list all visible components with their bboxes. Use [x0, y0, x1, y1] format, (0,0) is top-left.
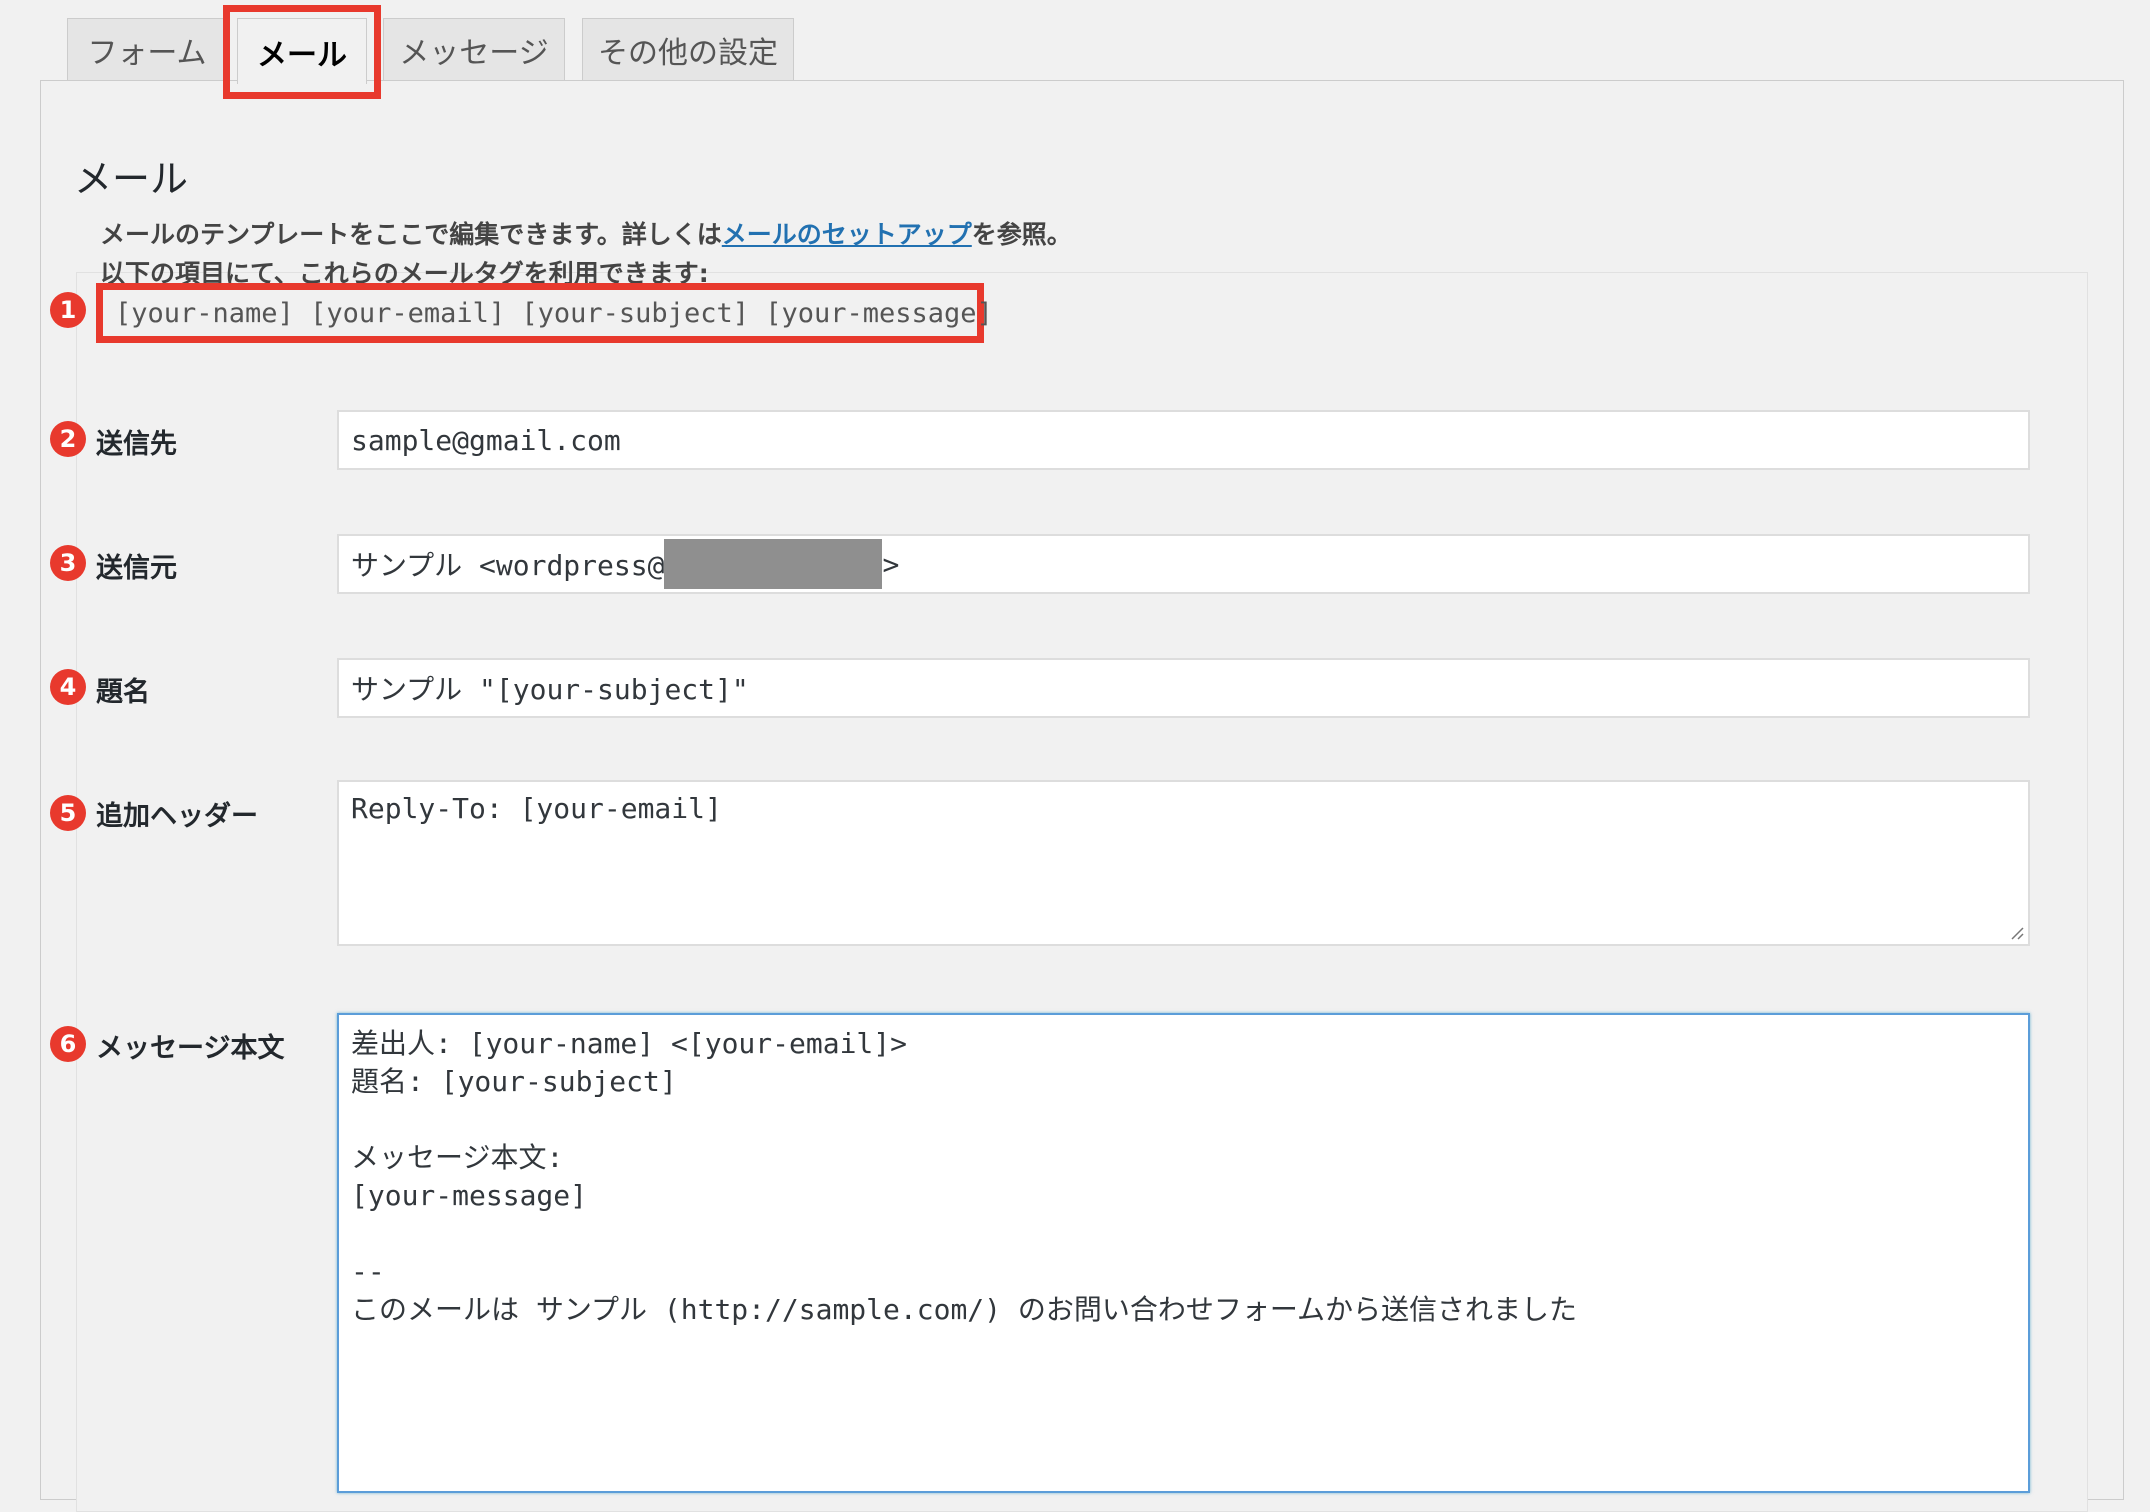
- mail-tab-highlight: [223, 5, 381, 99]
- body-line: メッセージ本文:: [351, 1141, 564, 1174]
- mail-tags-list: [your-name] [your-email] [your-subject] …: [96, 283, 993, 343]
- subject-field[interactable]: サンプル "[your-subject]": [337, 658, 2030, 718]
- tab-messages[interactable]: メッセージ: [383, 18, 565, 80]
- body-line: [351, 1101, 1577, 1139]
- badge-1: 1: [50, 292, 86, 328]
- message-body-textarea[interactable]: 差出人: [your-name] <[your-email]> 題名: [you…: [337, 1013, 2030, 1493]
- from-field[interactable]: サンプル <wordpress@ >: [337, 534, 2030, 594]
- tab-form[interactable]: フォーム: [67, 18, 227, 80]
- body-line: 差出人: [your-name] <[your-email]>: [351, 1027, 908, 1060]
- body-line: このメールは サンプル (http://sample.com/) のお問い合わせ…: [351, 1293, 1578, 1326]
- from-value-suffix: >: [882, 547, 900, 581]
- subject-value: サンプル "[your-subject]": [351, 673, 749, 706]
- tab-bar: フォーム メール メッセージ その他の設定: [0, 0, 2150, 99]
- body-line: --: [351, 1255, 385, 1288]
- tab-additional-settings[interactable]: その他の設定: [582, 18, 794, 80]
- badge-6: 6: [50, 1026, 86, 1062]
- subject-label: 題名: [96, 677, 150, 708]
- message-body-content: 差出人: [your-name] <[your-email]> 題名: [you…: [351, 1025, 1577, 1329]
- to-label: 送信先: [96, 429, 177, 460]
- from-label: 送信元: [96, 553, 177, 584]
- section-heading: メール: [74, 157, 189, 201]
- from-value-prefix: サンプル <wordpress@: [351, 549, 665, 582]
- mail-setup-link[interactable]: メールのセットアップ: [722, 220, 972, 249]
- body-line: 題名: [your-subject]: [351, 1065, 677, 1098]
- body-line: [351, 1215, 1577, 1253]
- to-value: sample@gmail.com: [351, 423, 621, 457]
- resize-handle-icon[interactable]: [2010, 926, 2024, 940]
- to-field[interactable]: sample@gmail.com: [337, 410, 2030, 470]
- message-body-label: メッセージ本文: [96, 1033, 285, 1064]
- headers-value: Reply-To: [your-email]: [351, 792, 722, 825]
- desc-prefix: メールのテンプレートをここで編集できます。詳しくは: [100, 220, 722, 249]
- mail-description: メールのテンプレートをここで編集できます。詳しくはメールのセットアップを参照。: [100, 215, 1072, 251]
- additional-headers-textarea[interactable]: Reply-To: [your-email]: [337, 780, 2030, 946]
- additional-headers-label: 追加ヘッダー: [96, 801, 258, 832]
- desc-suffix: を参照。: [971, 220, 1072, 249]
- redacted-block: [664, 539, 883, 589]
- badge-5: 5: [50, 795, 86, 831]
- badge-4: 4: [50, 669, 86, 705]
- body-line: [your-message]: [351, 1179, 588, 1212]
- badge-3: 3: [50, 545, 86, 581]
- badge-2: 2: [50, 421, 86, 457]
